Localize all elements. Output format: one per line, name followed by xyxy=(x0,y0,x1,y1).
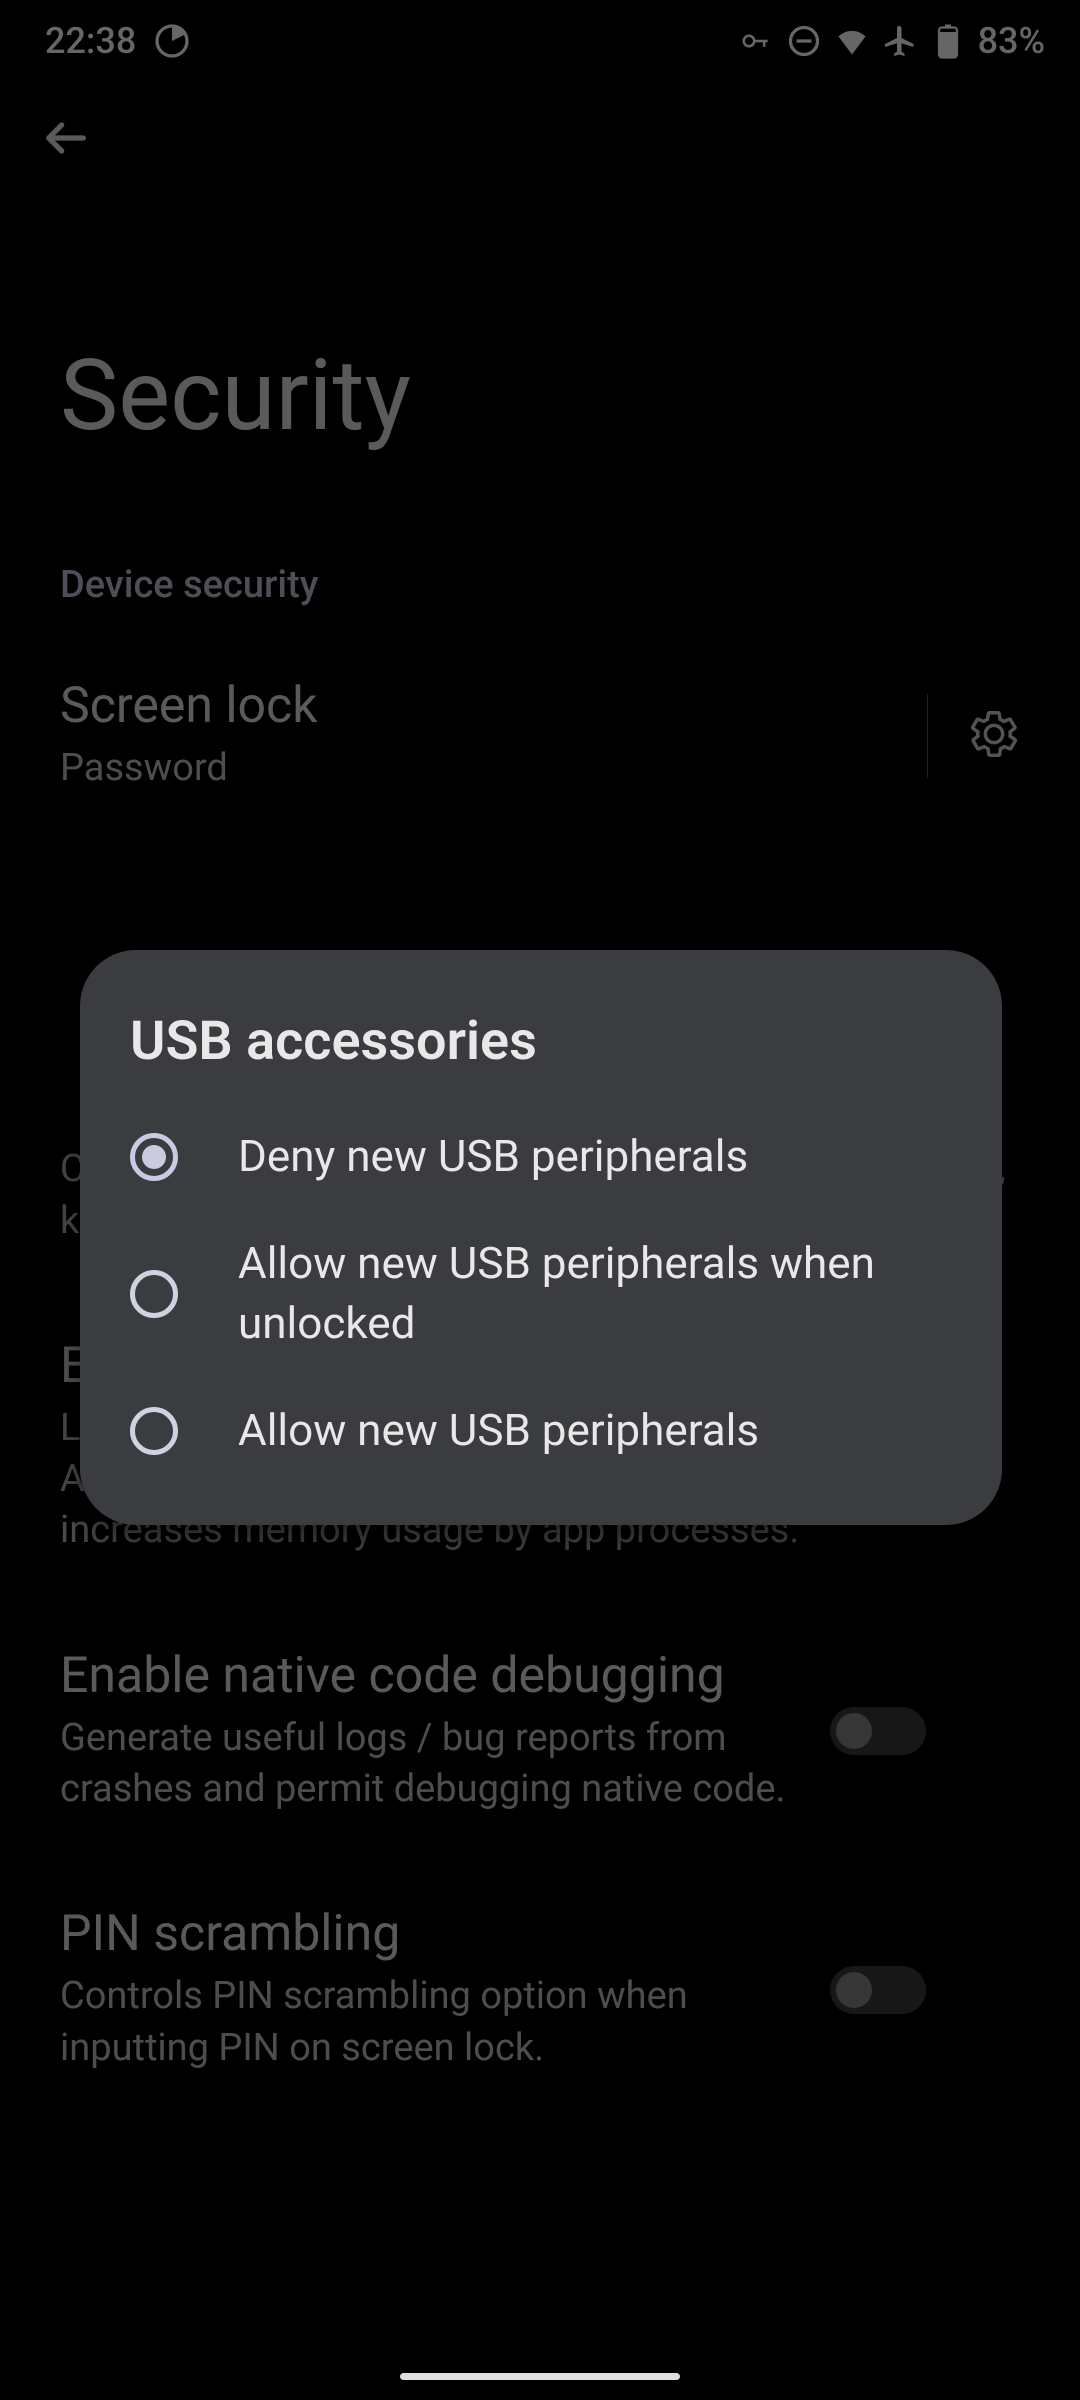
usb-accessories-dialog: USB accessories Deny new USB peripherals… xyxy=(80,950,1002,1525)
radio-label: Allow new USB peripherals when unlocked xyxy=(238,1234,952,1353)
dialog-title: USB accessories xyxy=(80,1010,1002,1103)
radio-icon xyxy=(130,1270,178,1318)
radio-label: Deny new USB peripherals xyxy=(238,1127,748,1186)
radio-option-allow-unlocked[interactable]: Allow new USB peripherals when unlocked xyxy=(80,1210,1002,1377)
radio-icon xyxy=(130,1133,178,1181)
radio-icon xyxy=(130,1407,178,1455)
radio-label: Allow new USB peripherals xyxy=(238,1401,759,1460)
home-indicator[interactable] xyxy=(400,2373,680,2380)
radio-option-deny[interactable]: Deny new USB peripherals xyxy=(80,1103,1002,1210)
radio-option-allow[interactable]: Allow new USB peripherals xyxy=(80,1377,1002,1484)
